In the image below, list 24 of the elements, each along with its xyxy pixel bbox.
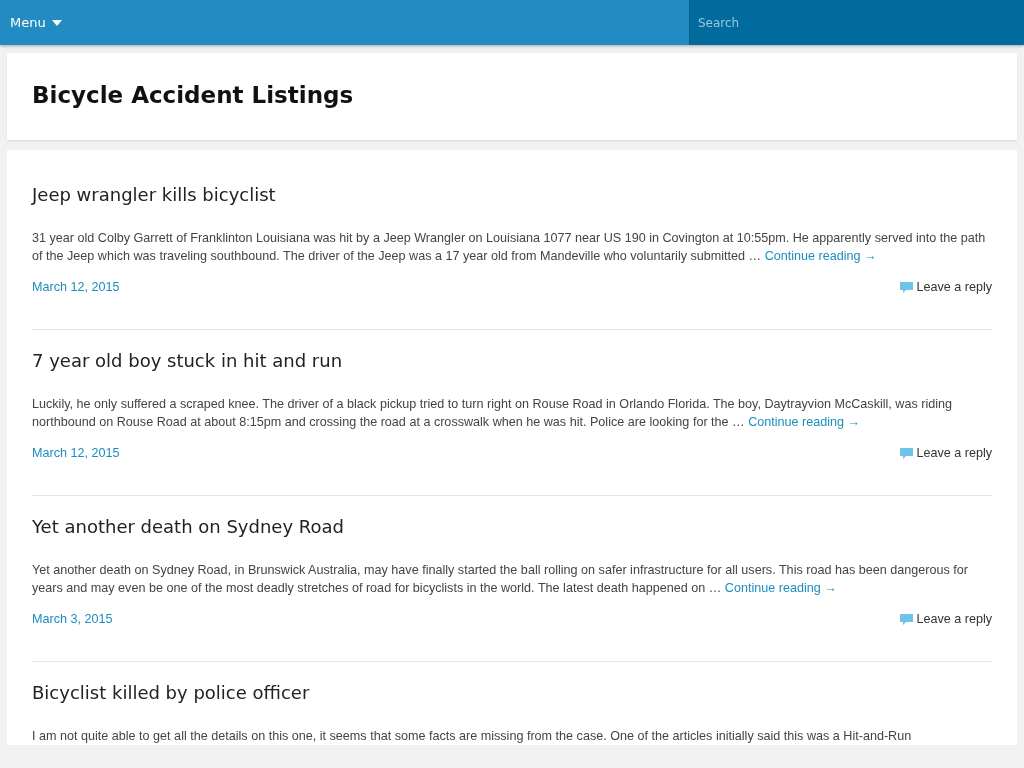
post-excerpt: Yet another death on Sydney Road, in Brunswick Australia, may have finally started the ball rolling on safer infrastructure for all users. This road has been dangerous for years and may even be one of the most deadly stretches of road for bicyclists in the world. The latest death happened on … Continue reading → bbox=[32, 562, 969, 597]
page-title: Bicycle Accident Listings bbox=[32, 81, 355, 109]
leave-reply-link[interactable]: Leave a reply bbox=[916, 612, 992, 626]
post-title[interactable]: Yet another death on Sydney Road bbox=[32, 515, 992, 539]
post-title[interactable]: Bicyclist killed by police officer bbox=[32, 681, 992, 705]
post-date-link[interactable]: March 12, 2015 bbox=[32, 446, 120, 460]
post-title[interactable]: Jeep wrangler kills bicyclist bbox=[32, 183, 992, 207]
speech-bubble-icon bbox=[899, 280, 915, 294]
leave-reply-link[interactable]: Leave a reply bbox=[916, 280, 992, 294]
speech-bubble-icon bbox=[899, 446, 915, 460]
caret-icon bbox=[51, 19, 62, 26]
post-excerpt: 31 year old Colby Garrett of Franklinton Louisiana was hit by a Jeep Wrangler on Louisiana 1077 near US 190 in Covington at 10:55pm. He apparently served into the path of the Jeep which was traveling southbound. The driver of the Jeep was a 17 year old from Mandeville who voluntarily submitted … Continue reading → bbox=[32, 230, 987, 265]
post-date-link[interactable]: March 3, 2015 bbox=[32, 612, 113, 626]
post-title[interactable]: 7 year old boy stuck in hit and run bbox=[32, 349, 992, 373]
search-field[interactable]: Search bbox=[690, 0, 1024, 45]
continue-reading-link[interactable]: Continue reading → bbox=[748, 415, 861, 429]
post-excerpt: I am not quite able to get all the details on this one, it seems that some facts are missing from the case. One of the articles initially said this was a Hit-and-Run bbox=[32, 728, 913, 745]
post-excerpt: Luckily, he only suffered a scraped knee. The driver of a black pickup tried to turn right on Rouse Road in Orlando Florida. The boy, Daytrayvion McCaskill, was riding northbound on Rouse Road at about 8:15pm and crossing the road at a crosswalk when he was hit. Police are looking for the … Continue reading → bbox=[32, 396, 954, 431]
continue-reading-link[interactable]: Continue reading → bbox=[724, 581, 837, 595]
continue-reading-link[interactable]: Continue reading → bbox=[764, 249, 877, 263]
post-date-link[interactable]: March 12, 2015 bbox=[32, 280, 120, 294]
menu-button[interactable]: Menu bbox=[0, 0, 72, 45]
speech-bubble-icon bbox=[899, 612, 915, 626]
leave-reply-link[interactable]: Leave a reply bbox=[916, 446, 992, 460]
